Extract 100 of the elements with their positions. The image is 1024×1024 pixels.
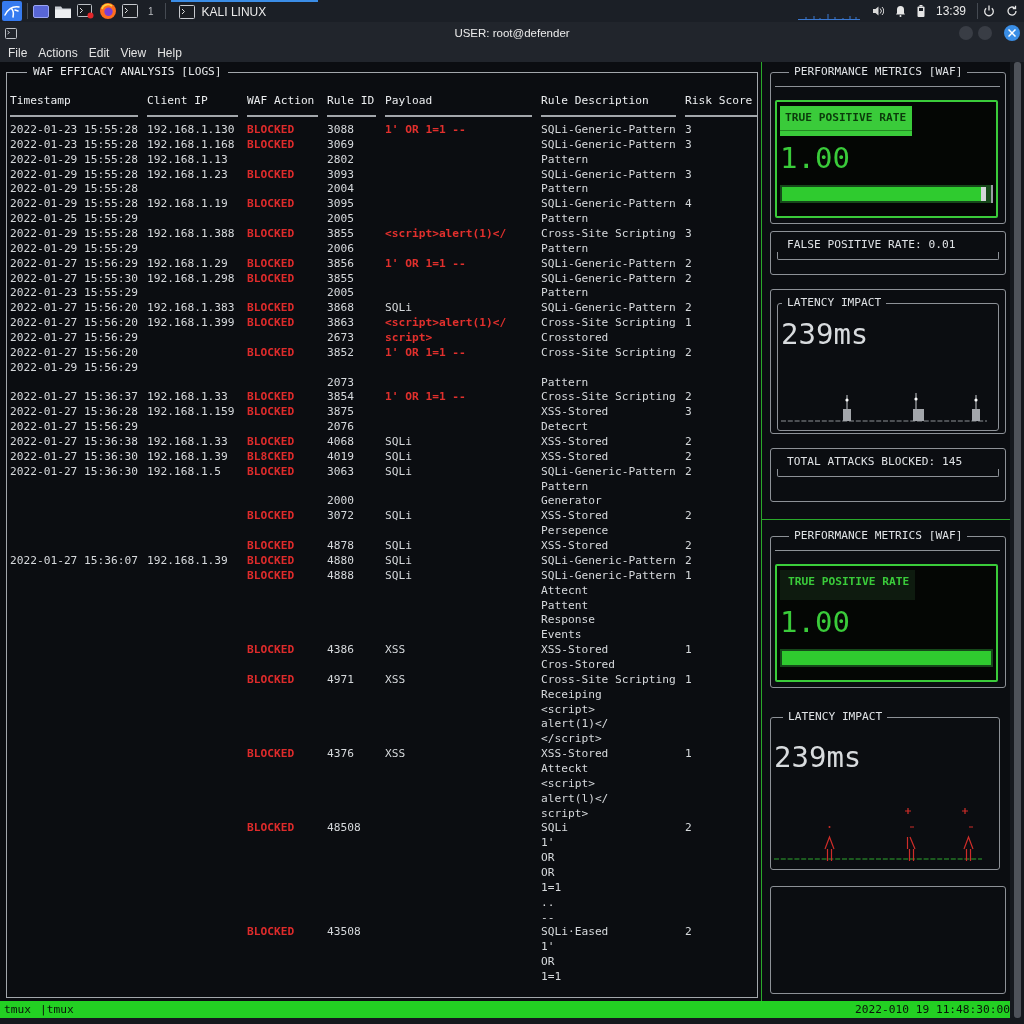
bell-icon[interactable] bbox=[894, 5, 906, 17]
payload-cell: SQLi bbox=[385, 464, 412, 480]
menu-item[interactable]: File bbox=[8, 46, 28, 60]
description-cell: SQLi-Generic-Pattern bbox=[541, 464, 676, 480]
description-cell: .. bbox=[541, 895, 555, 911]
timestamp-cell: 2022-01-27 15:36:37 bbox=[10, 390, 138, 406]
description-cell: Pattern bbox=[541, 479, 589, 495]
description-cell: Generator bbox=[541, 494, 602, 510]
payload-cell: XSS bbox=[385, 747, 406, 762]
scrollbar[interactable] bbox=[1013, 62, 1021, 1018]
terminal-icon bbox=[178, 5, 195, 19]
metric-value: 1.00 bbox=[780, 141, 850, 175]
risk-score-cell: 3 bbox=[685, 123, 692, 138]
action-cell: BLOCKED bbox=[247, 197, 295, 213]
action-cell: BLOCKED bbox=[247, 553, 295, 569]
description-cell: 1=1 bbox=[541, 880, 562, 896]
risk-score-cell: 2 bbox=[685, 435, 692, 450]
ip-cell: 192.168.1.388 bbox=[147, 227, 235, 242]
window-tab[interactable]: tmux bbox=[4, 1001, 31, 1018]
action-cell: BLOCKED bbox=[247, 509, 295, 525]
timestamp-cell: 2022-01-27 15:55:30 bbox=[10, 271, 138, 287]
clock-text[interactable]: 13:39 bbox=[935, 4, 966, 18]
description-cell: SQLi-Generic-Pattern bbox=[541, 123, 676, 138]
battery-icon[interactable] bbox=[916, 5, 925, 17]
payload-cell: 1' OR 1=1 -- bbox=[385, 256, 466, 272]
timestamp-cell: 2022-01-27 15:36:30 bbox=[10, 464, 138, 480]
ip-cell: 192.168.1.298 bbox=[147, 271, 235, 287]
timestamp-cell: 2022-01-23 15:55:28 bbox=[10, 137, 138, 153]
browser-icon[interactable] bbox=[100, 3, 116, 19]
rule-id-cell: 2005 bbox=[327, 286, 354, 302]
column-header: Risk Score bbox=[685, 94, 757, 117]
ip-cell: 192.168.1.13 bbox=[147, 152, 228, 168]
timestamp-cell: 2022-01-27 15:36:28 bbox=[10, 405, 138, 421]
description-cell: alert(1)</ bbox=[541, 717, 609, 733]
description-cell: Cross-Site Scripting bbox=[541, 345, 676, 361]
ip-cell: 192.168.1.130 bbox=[147, 123, 235, 138]
description-cell: alert(l)</ bbox=[541, 791, 609, 807]
app-menu-icon[interactable] bbox=[2, 1, 22, 21]
folder-icon[interactable] bbox=[55, 4, 71, 18]
timestamp-cell: 2022-01-27 15:56:29 bbox=[10, 256, 138, 272]
power-icon[interactable] bbox=[983, 5, 995, 17]
action-cell: BLOCKED bbox=[247, 256, 295, 272]
panel-title: LATENCY IMPACT bbox=[786, 296, 883, 310]
metric-value: 239ms bbox=[774, 740, 862, 774]
menu-item[interactable]: Actions bbox=[38, 46, 78, 60]
description-cell: Cros-Stored bbox=[541, 657, 616, 673]
description-cell: SQLi-Generic-Pattern bbox=[541, 568, 676, 584]
menu-item[interactable]: Help bbox=[157, 46, 182, 60]
risk-score-cell: 2 bbox=[685, 449, 692, 465]
desktop-icon[interactable] bbox=[33, 4, 49, 18]
ip-cell: 192.168.1.159 bbox=[147, 405, 235, 421]
description-cell: XSS-Stored bbox=[541, 449, 609, 465]
rule-id-cell: 2006 bbox=[327, 241, 354, 257]
stat-text: FALSE POSITIVE RATE: 0.01 bbox=[787, 238, 956, 252]
terminal-icon[interactable] bbox=[77, 3, 94, 19]
speaker-icon[interactable] bbox=[871, 5, 884, 17]
description-cell: SQLi-Generic-Pattern bbox=[541, 256, 676, 272]
close-button[interactable] bbox=[1004, 25, 1020, 41]
workspace-button[interactable]: 1 bbox=[148, 5, 154, 17]
risk-score-cell: 2 bbox=[685, 509, 692, 525]
stat-text: TOTAL ATTACKS BLOCKED: 145 bbox=[787, 455, 963, 469]
rule-id-cell: 3868 bbox=[327, 301, 354, 317]
description-cell: Cross-Site Scripting bbox=[541, 316, 676, 332]
description-cell: <script> bbox=[541, 776, 595, 792]
description-cell: Pattern bbox=[541, 212, 589, 227]
description-cell: XSS-Stored bbox=[541, 747, 609, 762]
description-cell: Atteckt bbox=[541, 761, 589, 777]
menu-item[interactable]: Edit bbox=[88, 46, 110, 60]
terminal-icon[interactable] bbox=[122, 4, 138, 18]
risk-score-cell: 3 bbox=[685, 227, 692, 242]
column-header: Timestamp bbox=[10, 94, 138, 117]
action-cell: BLOCKED bbox=[247, 167, 295, 183]
description-cell: SQLi-Generic-Pattern bbox=[541, 553, 676, 569]
description-cell: SQLi-Generic-Pattern bbox=[541, 301, 676, 317]
description-cell: Detecrt bbox=[541, 420, 589, 436]
latency-spike bbox=[843, 394, 851, 421]
description-cell: SQLi bbox=[541, 821, 568, 837]
action-cell: BLOCKED bbox=[247, 821, 295, 837]
ip-cell: 192.168.1.19 bbox=[147, 197, 228, 213]
panel-title: PERFORMANCE METRICS [WAF] bbox=[793, 65, 964, 79]
ip-cell: 192.168.1.23 bbox=[147, 167, 228, 183]
description-cell: SQLi-Generic-Pattern bbox=[541, 271, 676, 287]
timestamp-cell: 2022-01-29 15:55:28 bbox=[10, 167, 138, 183]
rule-id-cell: 4376 bbox=[327, 747, 354, 762]
description-cell: XSS-Stored bbox=[541, 509, 609, 525]
description-cell: SQLi·Eased bbox=[541, 925, 609, 941]
description-cell: SQLi-Generic-Pattern bbox=[541, 137, 676, 153]
window-tab[interactable]: |tmux bbox=[39, 1001, 74, 1018]
menu-item[interactable]: View bbox=[120, 46, 147, 60]
rule-id-cell: 3095 bbox=[327, 197, 354, 213]
action-cell: BLOCKED bbox=[247, 227, 295, 242]
description-cell: Receiping bbox=[541, 687, 602, 703]
rule-id-cell: 3093 bbox=[327, 167, 354, 183]
timestamp-cell: 2022-01-27 15:36:07 bbox=[10, 553, 138, 569]
rule-id-cell: 43508 bbox=[327, 925, 361, 941]
payload-cell: SQLi bbox=[385, 568, 412, 584]
refresh-icon[interactable] bbox=[1006, 5, 1018, 17]
payload-cell: XSS bbox=[385, 672, 406, 688]
risk-score-cell: 2 bbox=[685, 821, 692, 837]
timestamp-cell: 2022-01-23 15:55:29 bbox=[10, 286, 138, 302]
